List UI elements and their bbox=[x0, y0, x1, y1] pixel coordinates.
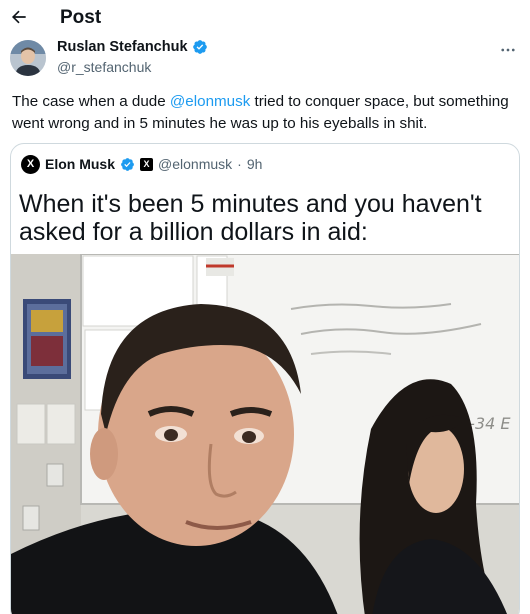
back-button[interactable] bbox=[6, 4, 32, 30]
x-affiliate-badge-icon: X bbox=[140, 157, 154, 171]
meme-caption: When it's been 5 minutes and you haven't… bbox=[11, 182, 519, 254]
quoted-author-handle: @elonmusk bbox=[158, 156, 233, 172]
quoted-post[interactable]: X Elon Musk X @elonmusk · 9h When it's b… bbox=[10, 143, 520, 614]
quoted-avatar[interactable]: X bbox=[21, 154, 40, 174]
avatar[interactable] bbox=[10, 40, 46, 76]
mention-link[interactable]: @elonmusk bbox=[170, 93, 250, 110]
post-text: The case when a dude @elonmusk tried to … bbox=[12, 91, 524, 135]
top-bar: Post bbox=[0, 0, 530, 34]
post-author: Ruslan Stefanchuk @r_stefanchuk bbox=[10, 38, 520, 78]
author-name[interactable]: Ruslan Stefanchuk bbox=[57, 39, 208, 55]
author-name-text: Ruslan Stefanchuk bbox=[57, 39, 188, 55]
quoted-post-time[interactable]: 9h bbox=[247, 156, 263, 172]
verified-badge-icon bbox=[192, 40, 207, 54]
meta-separator: · bbox=[237, 156, 242, 172]
more-options-button[interactable] bbox=[496, 40, 520, 60]
quoted-post-header: X Elon Musk X @elonmusk · 9h bbox=[21, 154, 262, 174]
verified-badge-icon bbox=[121, 157, 134, 171]
more-horizontal-icon bbox=[501, 48, 515, 52]
meme-photo[interactable]: 4-34 E bbox=[11, 253, 519, 614]
author-handle[interactable]: @r_stefanchuk bbox=[57, 59, 151, 75]
post-text-part-1: The case when a dude bbox=[12, 93, 170, 110]
page-title: Post bbox=[60, 7, 102, 28]
quoted-author-name[interactable]: Elon Musk bbox=[45, 156, 115, 172]
arrow-left-icon bbox=[11, 10, 26, 24]
